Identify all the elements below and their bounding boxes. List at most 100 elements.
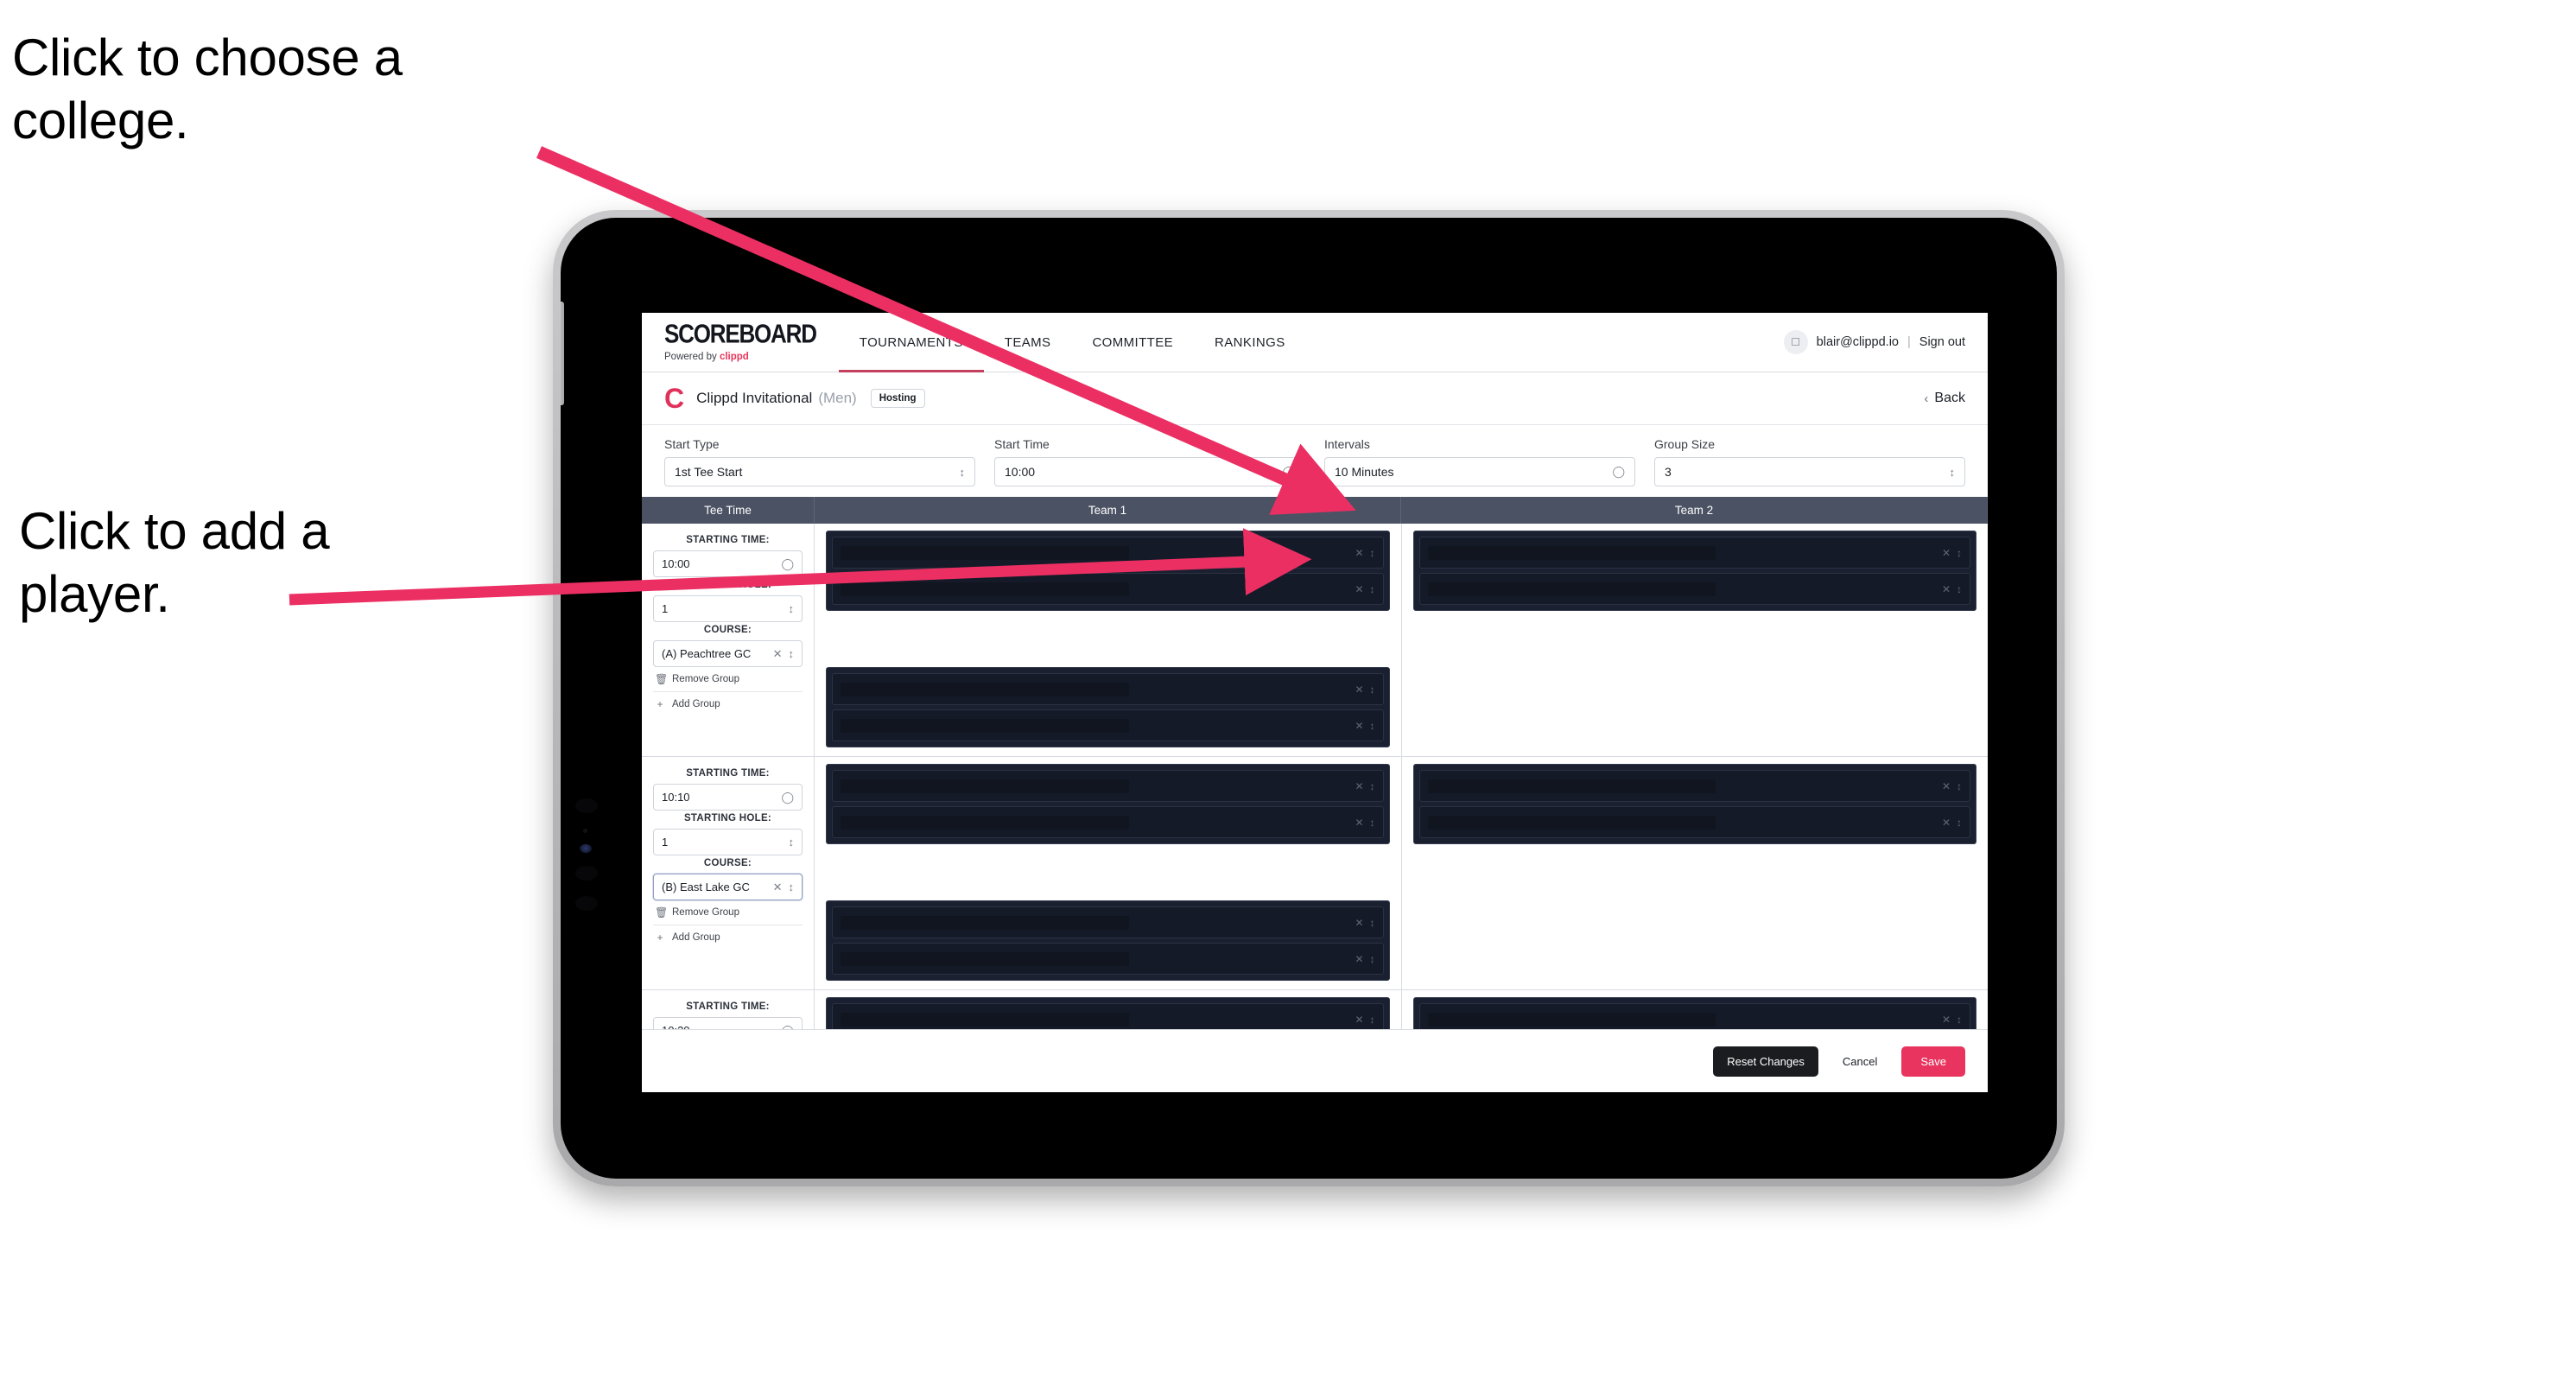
player-row[interactable]: ✕ ↕: [1418, 770, 1970, 802]
player-row[interactable]: ✕ ↕: [1418, 537, 1970, 569]
stepper-icon[interactable]: ↕: [1950, 466, 1956, 479]
close-icon[interactable]: ✕: [1355, 1014, 1363, 1026]
player-row[interactable]: ✕ ↕: [832, 770, 1384, 802]
nav-item-committee[interactable]: COMMITTEE: [1071, 313, 1194, 372]
account-email: blair@clippd.io: [1816, 335, 1899, 349]
tablet-device: SCOREBOARD Powered by clippd TOURNAMENTS…: [553, 210, 2065, 1186]
course-select[interactable]: (A) Peachtree GC ✕ ↕: [653, 640, 803, 667]
sign-out-link[interactable]: Sign out: [1919, 335, 1965, 349]
scoreboard-logo[interactable]: SCOREBOARD Powered by clippd: [642, 313, 839, 372]
stepper-icon[interactable]: ↕: [789, 647, 795, 660]
table-row: STARTING TIME: 10:00 ◯ STARTING HOLE: 1 …: [642, 524, 1988, 757]
stepper-icon[interactable]: ↕: [1370, 917, 1375, 929]
player-row[interactable]: ✕ ↕: [832, 1003, 1384, 1029]
reset-changes-button[interactable]: Reset Changes: [1713, 1046, 1818, 1077]
add-group-button[interactable]: + Add Group: [653, 925, 803, 950]
stepper-icon[interactable]: ↕: [1957, 780, 1962, 792]
close-icon[interactable]: ✕: [1355, 780, 1363, 792]
starting-hole-input[interactable]: 1 ↕: [653, 829, 803, 855]
player-row[interactable]: ✕ ↕: [1418, 806, 1970, 838]
player-row[interactable]: ✕ ↕: [832, 537, 1384, 569]
start-time-input[interactable]: 10:00 ◯: [994, 457, 1305, 486]
nav-item-rankings[interactable]: RANKINGS: [1194, 313, 1306, 372]
filter-group-size: Group Size 3 ↕: [1654, 437, 1965, 486]
stepper-icon[interactable]: ↕: [960, 466, 966, 479]
save-button[interactable]: Save: [1901, 1046, 1965, 1077]
player-row[interactable]: ✕ ↕: [1418, 573, 1970, 605]
starting-time-input[interactable]: 10:10 ◯: [653, 784, 803, 811]
stepper-icon[interactable]: ↕: [1370, 780, 1375, 792]
intervals-input[interactable]: 10 Minutes ◯: [1324, 457, 1635, 486]
close-icon[interactable]: ✕: [1355, 547, 1363, 559]
cancel-button[interactable]: Cancel: [1834, 1046, 1886, 1077]
redacted-player-name: [1427, 779, 1716, 793]
power-button-icon: [561, 302, 564, 405]
close-icon[interactable]: ✕: [773, 881, 783, 894]
nav-item-label: RANKINGS: [1215, 334, 1285, 350]
user-avatar-icon[interactable]: ☐: [1783, 330, 1808, 354]
nav-item-teams[interactable]: TEAMS: [984, 313, 1072, 372]
close-icon[interactable]: ✕: [1355, 953, 1363, 965]
player-row[interactable]: ✕ ↕: [832, 673, 1384, 705]
close-icon[interactable]: ✕: [1355, 720, 1363, 732]
stepper-icon[interactable]: ↕: [1370, 683, 1375, 696]
starting-time-input[interactable]: 10:00 ◯: [653, 550, 803, 577]
back-button[interactable]: ‹ Back: [1924, 391, 1965, 406]
player-row[interactable]: ✕ ↕: [832, 906, 1384, 938]
redacted-player-name: [841, 582, 1129, 596]
close-icon[interactable]: ✕: [1942, 547, 1951, 559]
clock-icon[interactable]: ◯: [1612, 465, 1625, 479]
schedule-table-body[interactable]: STARTING TIME: 10:00 ◯ STARTING HOLE: 1 …: [642, 524, 1988, 1029]
clock-icon[interactable]: ◯: [1282, 465, 1295, 479]
stepper-icon[interactable]: ↕: [1370, 817, 1375, 829]
filter-value: 1st Tee Start: [675, 465, 743, 479]
brand-subtitle-prefix: Powered by: [664, 352, 720, 362]
close-icon[interactable]: ✕: [1355, 917, 1363, 929]
stepper-icon[interactable]: ↕: [789, 836, 795, 849]
stepper-icon[interactable]: ↕: [1370, 953, 1375, 965]
tablet-screen: SCOREBOARD Powered by clippd TOURNAMENTS…: [561, 218, 2057, 1179]
starting-time-input[interactable]: 10:20 ◯: [653, 1017, 803, 1029]
player-row[interactable]: ✕ ↕: [832, 806, 1384, 838]
stepper-icon[interactable]: ↕: [789, 602, 795, 615]
stepper-icon[interactable]: ↕: [1370, 547, 1375, 559]
stepper-icon[interactable]: ↕: [1370, 720, 1375, 732]
player-row[interactable]: ✕ ↕: [832, 709, 1384, 741]
close-icon[interactable]: ✕: [1355, 583, 1363, 595]
clock-icon[interactable]: ◯: [781, 557, 794, 571]
remove-group-button[interactable]: 🗑 Remove Group: [653, 667, 803, 692]
stepper-icon[interactable]: ↕: [1957, 547, 1962, 559]
status-badge: Hosting: [870, 389, 925, 408]
stepper-icon[interactable]: ↕: [1957, 817, 1962, 829]
column-header-team-2: Team 2: [1401, 497, 1988, 524]
starting-hole-label: STARTING HOLE:: [683, 813, 772, 823]
stepper-icon[interactable]: ↕: [1370, 1014, 1375, 1026]
start-type-select[interactable]: 1st Tee Start ↕: [664, 457, 975, 486]
starting-hole-input[interactable]: 1 ↕: [653, 595, 803, 622]
close-icon[interactable]: ✕: [1355, 817, 1363, 829]
nav-item-tournaments[interactable]: TOURNAMENTS: [838, 313, 984, 372]
add-group-button[interactable]: + Add Group: [653, 692, 803, 716]
close-icon[interactable]: ✕: [1355, 683, 1363, 696]
close-icon[interactable]: ✕: [1942, 1014, 1951, 1026]
player-row[interactable]: ✕ ↕: [1418, 1003, 1970, 1029]
stepper-icon[interactable]: ↕: [1370, 583, 1375, 595]
tee-time-cell: STARTING TIME: 10:20 ◯ STARTING HOLE:: [642, 990, 815, 1029]
redacted-player-name: [1427, 815, 1716, 830]
player-row[interactable]: ✕ ↕: [832, 573, 1384, 605]
group-size-select[interactable]: 3 ↕: [1654, 457, 1965, 486]
filter-start-time: Start Time 10:00 ◯: [994, 437, 1305, 486]
close-icon[interactable]: ✕: [1942, 780, 1951, 792]
remove-group-button[interactable]: 🗑 Remove Group: [653, 900, 803, 925]
player-row[interactable]: ✕ ↕: [832, 943, 1384, 975]
stepper-icon[interactable]: ↕: [1957, 1014, 1962, 1026]
close-icon[interactable]: ✕: [1942, 583, 1951, 595]
clock-icon[interactable]: ◯: [781, 791, 794, 804]
stepper-icon[interactable]: ↕: [1957, 583, 1962, 595]
close-icon[interactable]: ✕: [773, 647, 783, 661]
starting-time-label: STARTING TIME:: [686, 1001, 770, 1012]
close-icon[interactable]: ✕: [1942, 817, 1951, 829]
stepper-icon[interactable]: ↕: [789, 881, 795, 893]
course-select[interactable]: (B) East Lake GC ✕ ↕: [653, 874, 803, 900]
remove-group-label: Remove Group: [672, 907, 739, 918]
